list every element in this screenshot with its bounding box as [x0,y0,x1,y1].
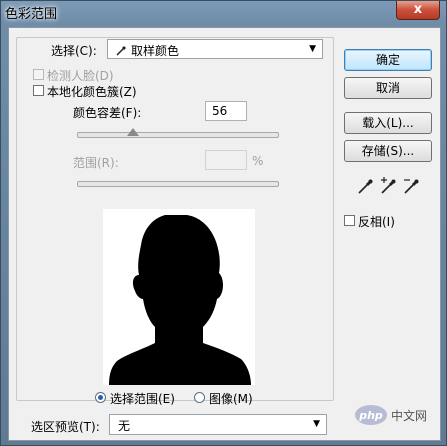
dialog-title: 色彩范围 [5,7,58,22]
view-selection-radio[interactable] [95,392,106,403]
localized-clusters-label: 本地化颜色簇(Z) [47,85,137,99]
range-slider-track[interactable] [77,181,279,187]
select-label: 选择(C): [51,44,97,58]
selection-preview-label: 选区预览(T): [31,420,100,434]
save-button[interactable]: 存储(S)... [344,140,432,162]
range-label: 范围(R): [73,156,119,170]
eyedropper-minus-icon[interactable] [402,176,422,196]
fuzziness-label: 颜色容差(F): [73,106,142,120]
load-button[interactable]: 载入(L)... [344,112,432,134]
cancel-button[interactable]: 取消 [344,77,432,99]
range-unit: % [252,154,264,168]
dialog-body: 选择(C): 取样颜色 ▼ 检测人脸(D) 本地化颜色簇(Z) 颜色容差(F):… [8,27,441,441]
eyedropper-plus-icon[interactable] [379,176,399,196]
fuzziness-input[interactable]: 56 [205,101,247,121]
localized-clusters-checkbox[interactable] [33,85,44,96]
eyedropper-icon[interactable] [356,176,376,196]
selection-preview-dropdown[interactable]: 无 ▼ [109,414,327,435]
fuzziness-slider-track[interactable] [77,132,279,138]
ok-button[interactable]: 确定 [344,49,432,71]
select-dropdown[interactable]: 取样颜色 ▼ [107,39,323,59]
title-bar[interactable]: 色彩范围 x [1,1,446,23]
watermark-text: 中文网 [391,409,428,423]
select-value: 取样颜色 [116,42,179,59]
invert-checkbox[interactable] [344,215,355,226]
detect-faces-label: 检测人脸(D) [47,69,114,83]
range-input[interactable] [205,150,247,170]
svg-text:php: php [358,409,383,422]
view-image-radio[interactable] [194,392,205,403]
invert-label: 反相(I) [358,215,395,229]
view-selection-label: 选择范围(E) [110,392,175,406]
chevron-down-icon: ▼ [309,44,316,54]
options-group: 选择(C): 取样颜色 ▼ 检测人脸(D) 本地化颜色簇(Z) 颜色容差(F):… [16,37,334,406]
chevron-down-icon: ▼ [313,419,320,429]
silhouette-image [109,215,251,385]
close-button[interactable]: x [396,1,440,20]
selection-preview-value: 无 [118,419,131,433]
view-image-label: 图像(M) [209,392,253,406]
color-range-dialog: 色彩范围 x 选择(C): 取样颜色 ▼ 检测人脸(D) 本地化颜色簇(Z) 颜… [0,0,447,446]
fuzziness-slider-thumb[interactable] [127,128,139,136]
php-watermark: php 中文网 [354,402,434,428]
eyedropper-icon [116,46,126,56]
detect-faces-checkbox[interactable] [33,69,44,80]
select-value-text: 取样颜色 [131,44,180,58]
selection-preview-image [103,209,255,385]
